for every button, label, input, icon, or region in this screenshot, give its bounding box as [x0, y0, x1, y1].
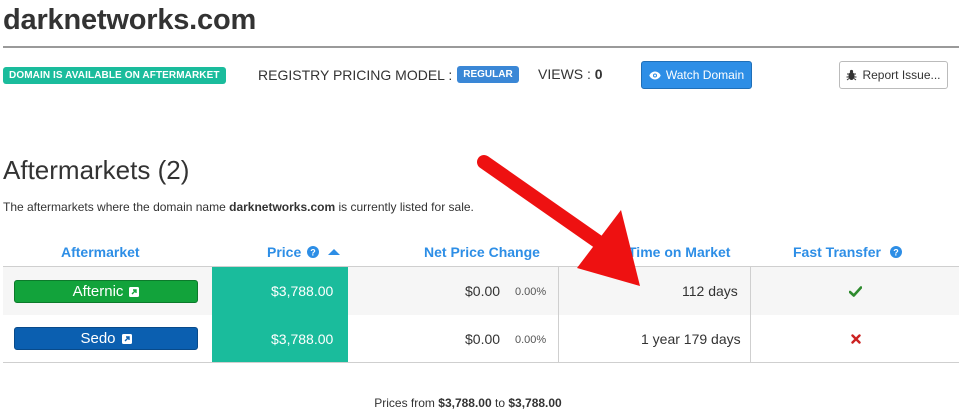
report-issue-label: Report Issue... [862, 68, 941, 82]
desc-suffix: is currently listed for sale. [335, 200, 474, 214]
market-name: Afternic [72, 283, 124, 300]
range-max: $3,788.00 [508, 396, 562, 410]
column-header-fast-transfer[interactable]: Fast Transfer ? [793, 244, 902, 260]
price-column-highlight [212, 267, 348, 362]
x-icon [851, 334, 861, 344]
range-middle: to [491, 396, 509, 410]
column-header-net-price-change[interactable]: Net Price Change [424, 244, 540, 260]
aftermarkets-title: Aftermarkets (2) [3, 155, 190, 185]
net-change-percent: 0.00% [515, 286, 547, 298]
column-label-net-price-change: Net Price Change [424, 244, 540, 260]
price-value: $3,788.00 [271, 331, 334, 347]
desc-prefix: The aftermarkets where the domain name [3, 200, 230, 214]
market-name: Sedo [80, 330, 116, 347]
external-link-icon [129, 286, 140, 297]
external-link-icon [121, 333, 132, 344]
table-bottom-border [3, 362, 959, 363]
svg-text:?: ? [893, 247, 899, 257]
views-label: VIEWS : [538, 66, 591, 82]
pricing-model-badge: REGULAR [457, 66, 519, 83]
price-range-summary: Prices from $3,788.00 to $3,788.00 [0, 396, 936, 410]
price-value: $3,788.00 [271, 283, 334, 299]
watch-domain-label: Watch Domain [665, 68, 745, 82]
bug-icon [846, 69, 857, 81]
column-label-aftermarket: Aftermarket [61, 244, 140, 260]
column-header-price[interactable]: Price ? [267, 244, 341, 260]
aftermarkets-description: The aftermarkets where the domain name d… [3, 200, 474, 214]
pricing-model-label: REGISTRY PRICING MODEL : [258, 66, 453, 83]
availability-badge: DOMAIN IS AVAILABLE ON AFTERMARKET [3, 67, 226, 84]
sedo-button[interactable]: Sedo [14, 327, 198, 350]
net-change-percent: 0.00% [515, 334, 547, 346]
time-on-market-value: 1 year 179 days [641, 331, 741, 347]
views-counter: VIEWS : 0 [538, 66, 603, 82]
check-icon [849, 286, 862, 297]
column-label-time-on-market: Time on Market [628, 244, 731, 260]
eye-icon [649, 71, 661, 79]
column-divider [750, 267, 751, 362]
views-value: 0 [594, 66, 603, 82]
column-divider [558, 267, 559, 362]
afternic-button[interactable]: Afternic [14, 280, 198, 303]
svg-text:?: ? [311, 247, 317, 257]
time-on-market-value: 112 days [682, 283, 738, 299]
net-change-value: $0.00 [465, 331, 501, 347]
title-divider [3, 46, 959, 48]
help-icon[interactable]: ? [889, 246, 902, 258]
domain-title: darknetworks.com [3, 4, 257, 36]
column-header-aftermarket[interactable]: Aftermarket [61, 244, 140, 260]
range-prefix: Prices from [374, 396, 439, 410]
column-label-price: Price [267, 244, 302, 260]
column-header-time-on-market[interactable]: Time on Market [628, 244, 730, 260]
report-issue-button[interactable]: Report Issue... [839, 61, 948, 89]
watch-domain-button[interactable]: Watch Domain [641, 61, 752, 89]
desc-domain: darknetworks.com [229, 200, 336, 214]
range-min: $3,788.00 [438, 396, 492, 410]
column-label-fast-transfer: Fast Transfer [793, 244, 881, 260]
net-change-value: $0.00 [465, 283, 501, 299]
registry-pricing-model: REGISTRY PRICING MODEL : REGULAR [258, 66, 519, 83]
help-icon[interactable]: ? [307, 246, 320, 258]
sort-asc-icon[interactable] [328, 248, 341, 256]
